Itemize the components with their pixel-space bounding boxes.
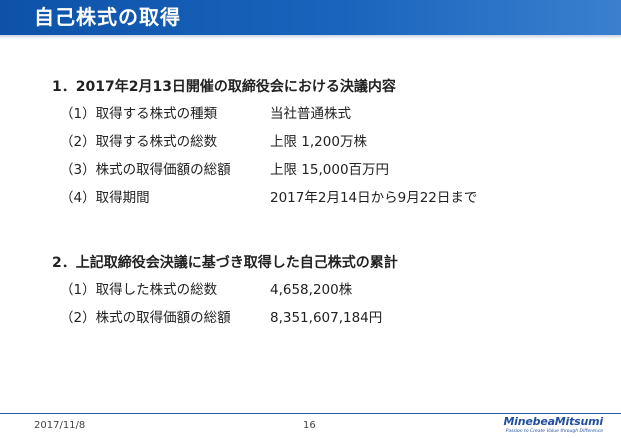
row-value: 4,658,200株 [270, 282, 353, 298]
row-label: （3）株式の取得価額の総額 [60, 162, 231, 178]
row-value: 当社普通株式 [270, 106, 351, 122]
row-label: （2）株式の取得価額の総額 [60, 310, 231, 326]
footer-divider [0, 413, 621, 414]
row-label: （4）取得期間 [60, 190, 150, 206]
section-2-heading: 2．上記取締役会決議に基づき取得した自己株式の累計 [52, 255, 398, 271]
page-number: 16 [303, 420, 316, 431]
section-1-heading: 1．2017年2月13日開催の取締役会における決議内容 [52, 79, 396, 95]
row-value: 2017年2月14日から9月22日まで [270, 190, 478, 206]
footer-date: 2017/11/8 [34, 420, 86, 431]
row-value: 上限 1,200万株 [270, 134, 367, 150]
row-value: 上限 15,000百万円 [270, 162, 390, 178]
row-label: （1）取得した株式の総数 [60, 282, 218, 298]
logo-wordmark: MinebeaMitsumi [503, 415, 603, 428]
row-value: 8,351,607,184円 [270, 310, 383, 326]
row-label: （1）取得する株式の種類 [60, 106, 218, 122]
title-bar-shadow [0, 35, 621, 39]
company-logo: MinebeaMitsumi Passion to Create Value t… [503, 416, 603, 435]
slide-title: 自己株式の取得 [34, 5, 181, 29]
row-label: （2）取得する株式の総数 [60, 134, 218, 150]
logo-tagline: Passion to Create Value through Differen… [505, 429, 603, 434]
